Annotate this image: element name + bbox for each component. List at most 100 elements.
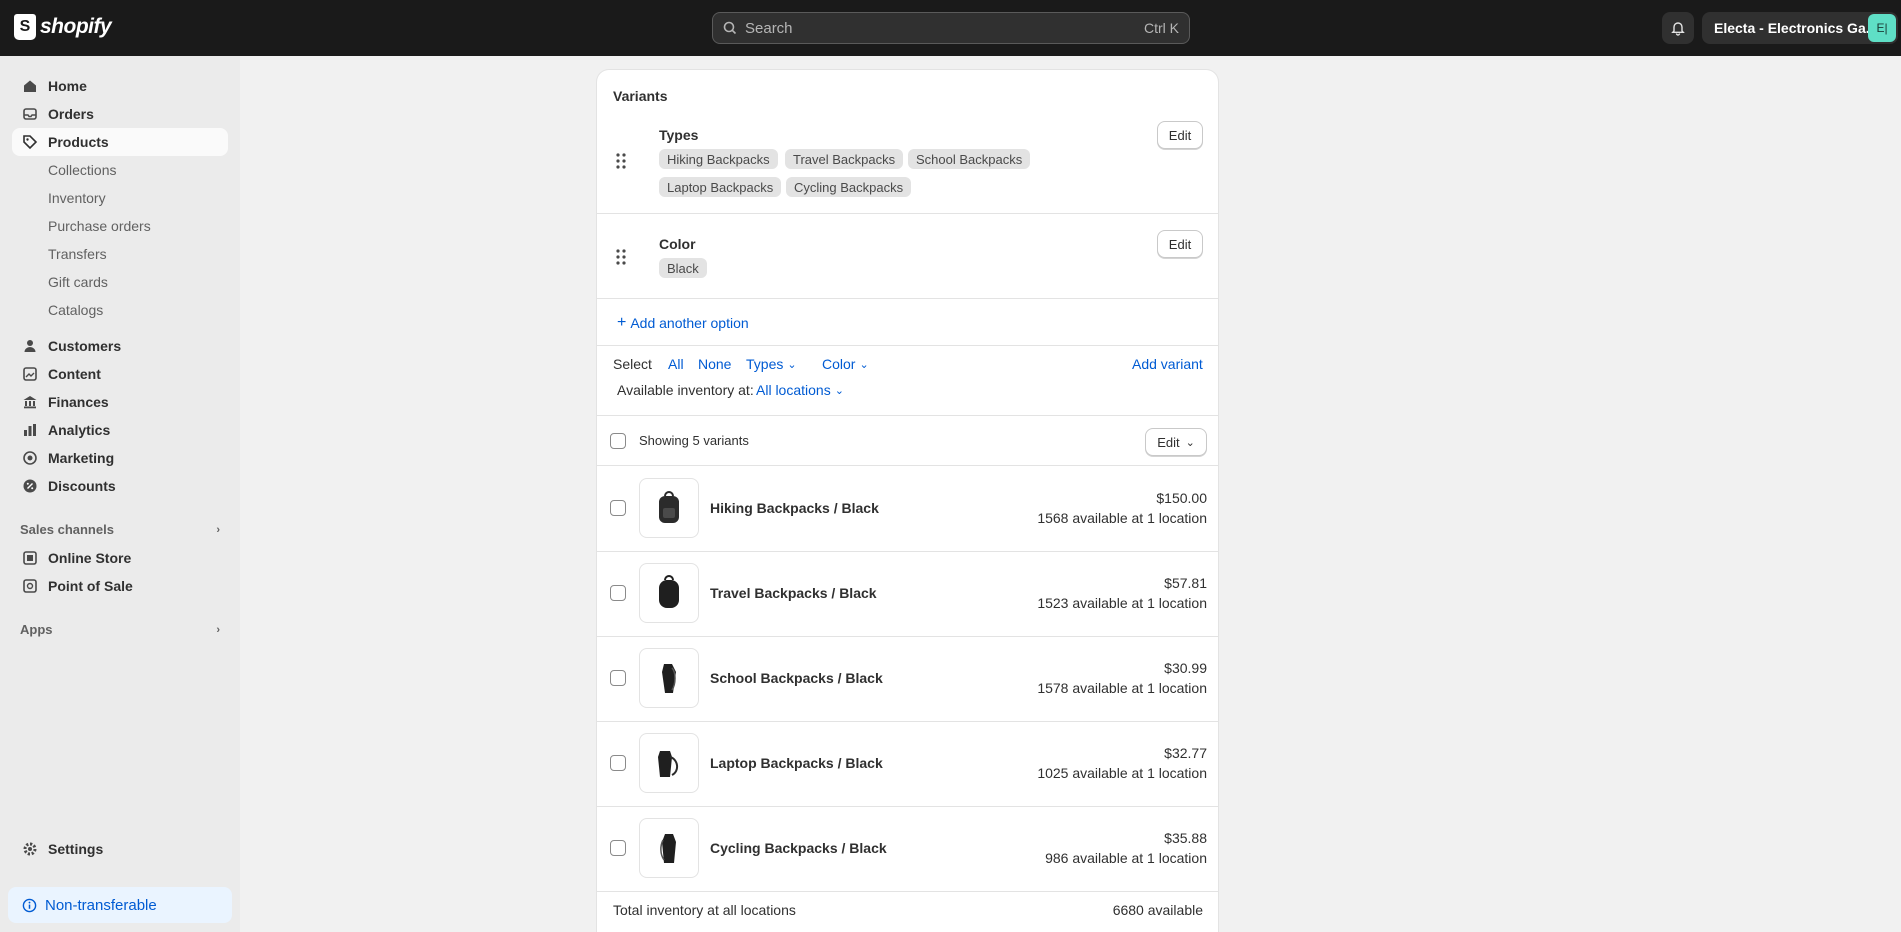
store-icon (20, 550, 40, 566)
variant-name[interactable]: Travel Backpacks / Black (710, 585, 877, 601)
table-row[interactable]: Travel Backpacks / Black $57.81 1523 ava… (597, 551, 1218, 636)
notifications-button[interactable] (1662, 12, 1694, 44)
search-icon (723, 21, 737, 35)
chevron-down-icon: ⌄ (834, 384, 844, 397)
sidebar-subitem-catalogs[interactable]: Catalogs (48, 296, 103, 324)
variant-thumbnail (639, 648, 699, 708)
sidebar-item-finances[interactable]: Finances (12, 388, 228, 416)
bulk-edit-button[interactable]: Edit ⌄ (1145, 428, 1207, 456)
apps-header[interactable]: Apps › (20, 622, 220, 637)
store-menu-button[interactable]: Electa - Electronics Ga... E| (1702, 12, 1898, 44)
shopify-bag-icon: S (14, 14, 36, 40)
variant-thumbnail (639, 733, 699, 793)
bell-icon (1671, 22, 1685, 36)
variant-price: $32.77 (1164, 745, 1207, 761)
non-transferable-banner[interactable]: Non-transferable (8, 887, 232, 923)
sidebar-item-orders[interactable]: Orders (12, 100, 228, 128)
bulk-edit-label: Edit (1157, 434, 1180, 450)
locations-label: All locations (756, 382, 831, 398)
edit-color-button[interactable]: Edit (1157, 230, 1203, 258)
discount-icon (20, 478, 40, 494)
sales-channels-header[interactable]: Sales channels › (20, 522, 220, 537)
edit-types-button[interactable]: Edit (1157, 121, 1203, 149)
sidebar-item-label: Products (48, 134, 109, 150)
chevron-down-icon: ⌄ (859, 358, 869, 371)
backpack-icon (660, 834, 676, 863)
sidebar-item-marketing[interactable]: Marketing (12, 444, 228, 472)
select-all-checkbox[interactable] (610, 433, 626, 449)
variant-price: $150.00 (1156, 490, 1207, 506)
add-variant-link[interactable]: Add variant (1132, 356, 1203, 372)
sidebar-subitem-transfers[interactable]: Transfers (48, 240, 107, 268)
sidebar-item-settings[interactable]: Settings (12, 835, 228, 863)
sidebar-item-label: Online Store (48, 550, 132, 566)
types-filter-dropdown[interactable]: Types ⌄ (746, 356, 797, 372)
sidebar-item-label: Analytics (48, 422, 111, 438)
row-checkbox[interactable] (610, 585, 626, 601)
row-checkbox[interactable] (610, 840, 626, 856)
table-row[interactable]: Cycling Backpacks / Black $35.88 986 ava… (597, 806, 1218, 891)
shopify-logo[interactable]: S shopify (14, 14, 112, 40)
sidebar-item-label: Settings (48, 841, 104, 857)
sidebar-item-label: Orders (48, 106, 94, 122)
bank-icon (20, 394, 40, 410)
sidebar-subitem-inventory[interactable]: Inventory (48, 184, 106, 212)
sidebar-item-products[interactable]: Products (12, 128, 228, 156)
variant-thumbnail (639, 818, 699, 878)
backpack-icon (659, 575, 679, 608)
sidebar-subitem-collections[interactable]: Collections (48, 156, 116, 184)
sidebar-item-label: Content (48, 366, 101, 382)
add-another-option-link[interactable]: + Add another option (617, 314, 749, 332)
sidebar-item-analytics[interactable]: Analytics (12, 416, 228, 444)
total-inventory-label: Total inventory at all locations (613, 902, 796, 918)
sidebar-item-label: Customers (48, 338, 122, 354)
sidebar-item-label: Point of Sale (48, 578, 133, 594)
variant-availability: 1523 available at 1 location (1037, 595, 1207, 611)
divider (597, 415, 1218, 416)
variant-thumbnail (639, 478, 699, 538)
variants-card: Variants Types Hiking Backpacks Travel B… (597, 70, 1218, 932)
sidebar-item-online-store[interactable]: Online Store (12, 544, 228, 572)
locations-dropdown[interactable]: All locations ⌄ (756, 382, 844, 398)
row-checkbox[interactable] (610, 500, 626, 516)
backpack-icon (662, 664, 676, 693)
divider (597, 345, 1218, 346)
sidebar-item-home[interactable]: Home (12, 72, 228, 100)
sidebar-item-label: Marketing (48, 450, 115, 466)
option-value-chip: Cycling Backpacks (786, 177, 912, 197)
variant-name[interactable]: Hiking Backpacks / Black (710, 500, 879, 516)
variant-name[interactable]: Laptop Backpacks / Black (710, 755, 883, 771)
orders-icon (20, 106, 40, 122)
drag-handle-icon[interactable] (615, 152, 627, 170)
search-input[interactable]: Search Ctrl K (712, 12, 1190, 44)
sidebar-subitem-gift-cards[interactable]: Gift cards (48, 268, 108, 296)
variant-availability: 1568 available at 1 location (1037, 510, 1207, 526)
sidebar-subitem-purchase-orders[interactable]: Purchase orders (48, 212, 151, 240)
table-row[interactable]: Laptop Backpacks / Black $32.77 1025 ava… (597, 721, 1218, 806)
row-checkbox[interactable] (610, 755, 626, 771)
divider (597, 891, 1218, 892)
sidebar-item-content[interactable]: Content (12, 360, 228, 388)
option-name-color: Color (659, 236, 696, 252)
drag-handle-icon[interactable] (615, 248, 627, 266)
sidebar-item-label: Finances (48, 394, 109, 410)
sidebar-item-customers[interactable]: Customers (12, 332, 228, 360)
sidebar-item-discounts[interactable]: Discounts (12, 472, 228, 500)
search-shortcut: Ctrl K (1144, 20, 1179, 36)
sidebar-item-point-of-sale[interactable]: Point of Sale (12, 572, 228, 600)
backpack-icon (659, 491, 679, 523)
table-row[interactable]: Hiking Backpacks / Black $150.00 1568 av… (597, 466, 1218, 551)
select-all-link[interactable]: All (668, 356, 684, 372)
table-row[interactable]: School Backpacks / Black $30.99 1578 ava… (597, 636, 1218, 721)
sales-channels-title: Sales channels (20, 522, 114, 537)
gear-icon (20, 841, 40, 857)
divider (597, 213, 1218, 214)
chevron-down-icon: ⌄ (1185, 436, 1195, 449)
color-filter-dropdown[interactable]: Color ⌄ (822, 356, 869, 372)
info-icon (22, 898, 37, 913)
add-option-label: Add another option (630, 315, 749, 331)
select-none-link[interactable]: None (698, 356, 731, 372)
variant-name[interactable]: School Backpacks / Black (710, 670, 883, 686)
variant-name[interactable]: Cycling Backpacks / Black (710, 840, 887, 856)
row-checkbox[interactable] (610, 670, 626, 686)
